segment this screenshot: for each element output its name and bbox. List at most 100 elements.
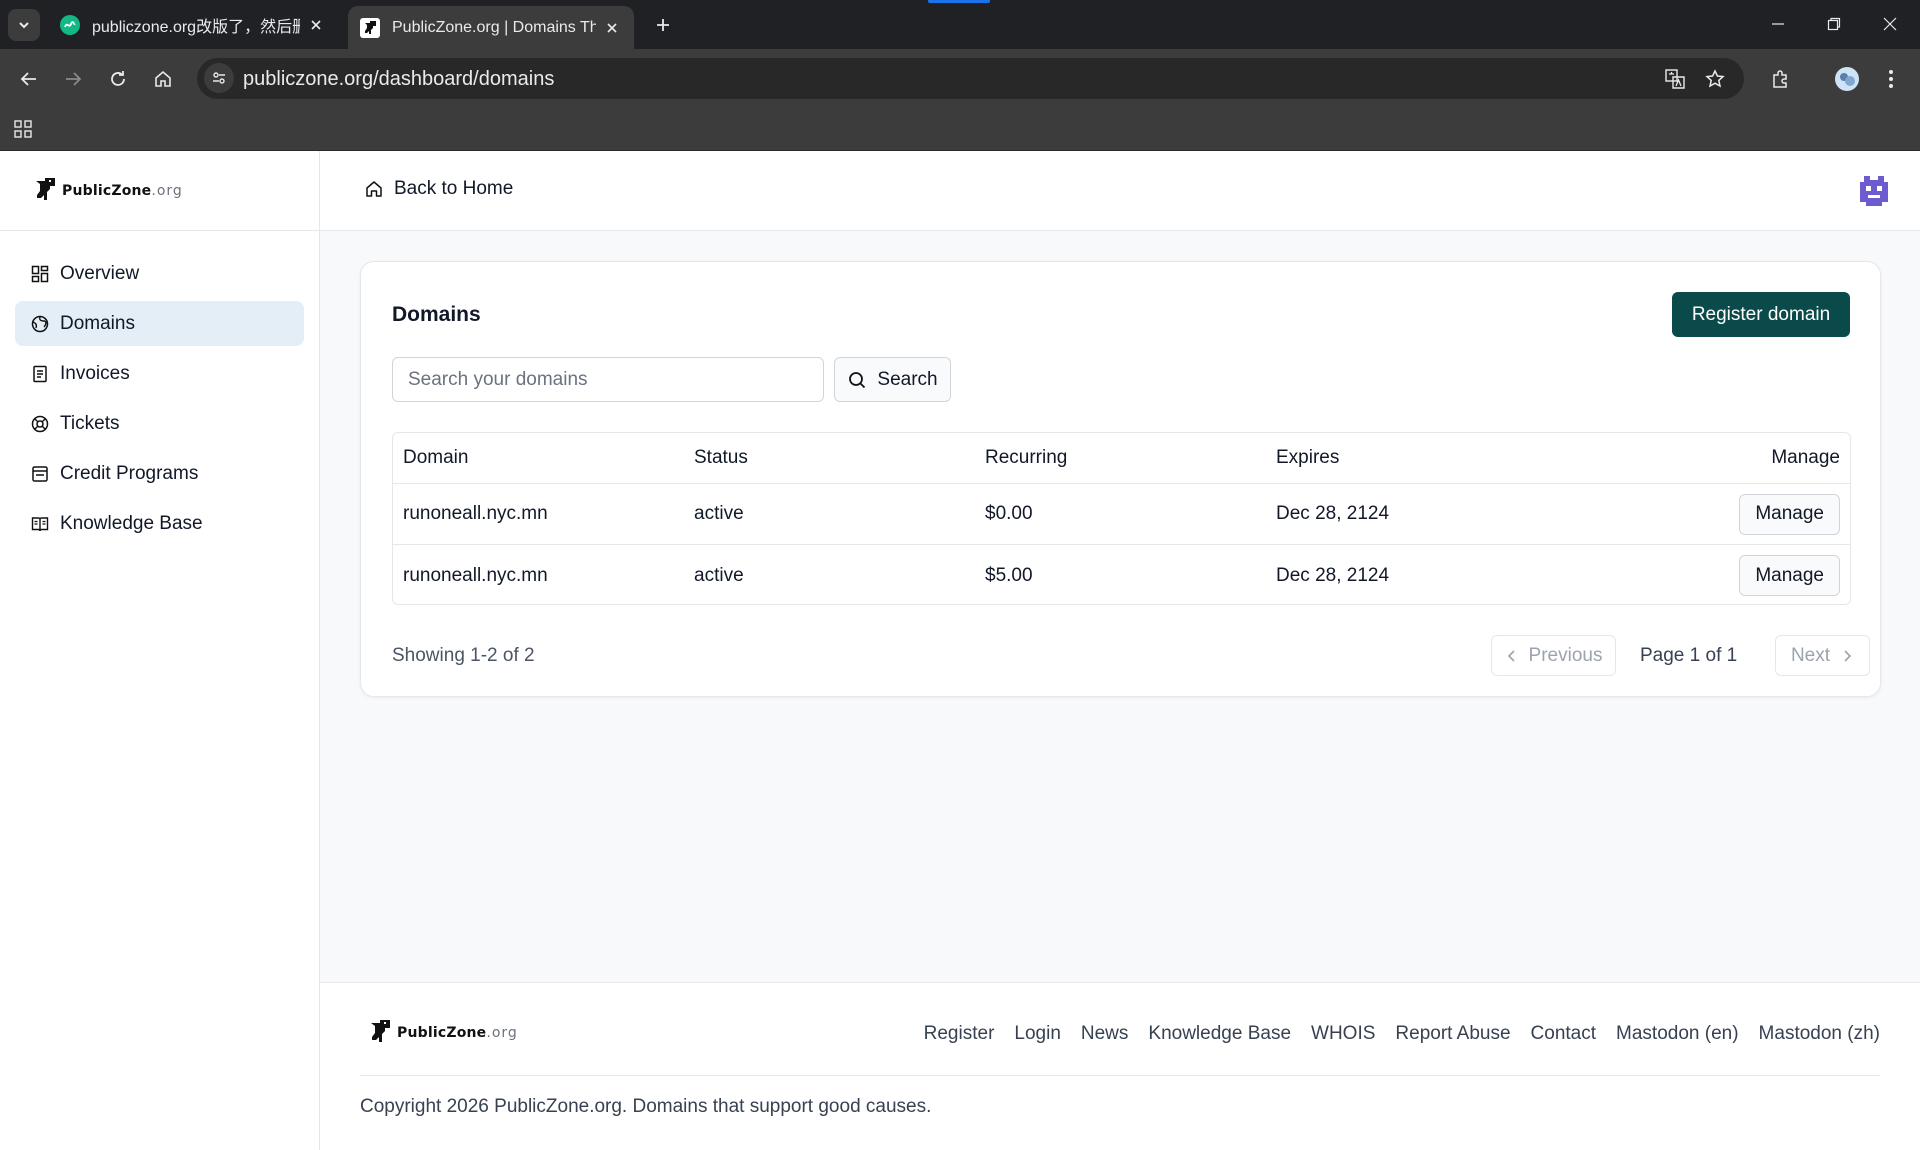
next-label: Next bbox=[1790, 644, 1831, 666]
tune-icon bbox=[213, 72, 225, 84]
next-page-button[interactable]: Next bbox=[1775, 635, 1870, 676]
sidebar-item-domains[interactable]: Domains bbox=[15, 301, 304, 346]
cell-domain: runoneall.nyc.mn bbox=[403, 503, 548, 524]
brand-name: PublicZone bbox=[62, 182, 152, 199]
sidebar-item-tickets[interactable]: Tickets bbox=[15, 401, 304, 446]
apps-grid-icon bbox=[14, 120, 32, 138]
avatar-icon bbox=[1860, 176, 1888, 206]
tab-favicon-icon bbox=[60, 14, 80, 35]
cell-domain: runoneall.nyc.mn bbox=[403, 564, 548, 586]
page-indicator: Page 1 of 1 bbox=[1640, 645, 1738, 666]
manage-button[interactable]: Manage bbox=[1739, 493, 1840, 535]
browser-tab-inactive[interactable]: publiczone.org改版了，然后删 bbox=[48, 6, 338, 43]
back-to-home-label: Back to Home bbox=[394, 178, 514, 199]
sidebar-brand: PublicZone .org bbox=[0, 151, 319, 231]
restore-icon bbox=[1827, 17, 1841, 31]
column-header-domain: Domain bbox=[403, 447, 469, 468]
arrow-left-icon bbox=[20, 72, 36, 86]
footer-logo[interactable]: PublicZone .org bbox=[367, 1019, 518, 1047]
register-domain-button[interactable]: Register domain bbox=[1672, 292, 1850, 337]
table-header-row: Domain Status Recurring Expires Manage bbox=[393, 433, 1850, 484]
restore-window-button[interactable] bbox=[1806, 8, 1862, 40]
search-button[interactable]: Search bbox=[834, 357, 951, 402]
logo[interactable]: PublicZone .org bbox=[32, 177, 183, 205]
address-bar[interactable]: publiczone.org/dashboard/domains bbox=[197, 58, 1744, 99]
cell-manage: Manage bbox=[1557, 493, 1850, 535]
footer-link-mastodon-zh[interactable]: Mastodon (zh) bbox=[1759, 1023, 1880, 1045]
cell-manage: Manage bbox=[1557, 555, 1850, 596]
footer-link-news[interactable]: News bbox=[1081, 1023, 1129, 1045]
footer-link-mastodon-en[interactable]: Mastodon (en) bbox=[1616, 1023, 1739, 1045]
close-tab-icon[interactable] bbox=[306, 15, 326, 35]
dino-logo-icon bbox=[36, 177, 55, 200]
main-content: Back to Home Domains Register domain Sea… bbox=[320, 151, 1920, 1150]
more-vertical-icon bbox=[1889, 70, 1893, 88]
translate-icon bbox=[1665, 69, 1685, 89]
column-header-expires: Expires bbox=[1276, 447, 1340, 468]
user-avatar[interactable] bbox=[1856, 173, 1892, 209]
puzzle-icon bbox=[1773, 70, 1787, 88]
search-input[interactable] bbox=[392, 357, 824, 402]
star-icon bbox=[1705, 69, 1725, 88]
back-button[interactable] bbox=[14, 64, 44, 94]
sidebar-item-knowledge-base[interactable]: Knowledge Base bbox=[15, 501, 304, 546]
previous-label: Previous bbox=[1528, 644, 1603, 666]
footer-link-register[interactable]: Register bbox=[924, 1023, 995, 1045]
tab-search-button[interactable] bbox=[8, 9, 40, 41]
pagination: Showing 1-2 of 2 Previous Page 1 of 1 Ne… bbox=[392, 635, 1870, 676]
bookmark-star-button[interactable] bbox=[1703, 67, 1727, 91]
minimize-icon bbox=[1772, 23, 1784, 25]
home-button[interactable] bbox=[148, 64, 178, 94]
domains-card: Domains Register domain Search Domain St… bbox=[360, 261, 1881, 697]
forward-button[interactable] bbox=[58, 64, 88, 94]
cell-status: active bbox=[694, 503, 744, 524]
brand-tld: .org bbox=[151, 182, 183, 199]
footer-link-report-abuse[interactable]: Report Abuse bbox=[1395, 1023, 1510, 1045]
sidebar-item-label: Domains bbox=[60, 312, 135, 334]
bookmarks-bar bbox=[0, 108, 1920, 151]
close-icon bbox=[1883, 17, 1897, 31]
sidebar-item-label: Overview bbox=[60, 262, 140, 284]
footer-link-login[interactable]: Login bbox=[1014, 1023, 1061, 1045]
domains-table: Domain Status Recurring Expires Manage r… bbox=[392, 432, 1851, 605]
cell-recurring: $5.00 bbox=[985, 564, 1033, 586]
manage-button[interactable]: Manage bbox=[1739, 555, 1840, 596]
brand-name: PublicZone bbox=[397, 1025, 487, 1041]
footer-link-whois[interactable]: WHOIS bbox=[1311, 1023, 1375, 1045]
footer-links: Register Login News Knowledge Base WHOIS… bbox=[904, 1023, 1880, 1045]
footer-link-knowledge-base[interactable]: Knowledge Base bbox=[1148, 1023, 1291, 1045]
close-window-button[interactable] bbox=[1862, 8, 1918, 40]
home-icon bbox=[364, 179, 384, 199]
sidebar-item-overview[interactable]: Overview bbox=[15, 251, 304, 296]
search-icon bbox=[847, 370, 867, 390]
browser-menu-button[interactable] bbox=[1876, 64, 1906, 94]
profile-button[interactable] bbox=[1832, 64, 1862, 94]
new-tab-button[interactable] bbox=[650, 12, 676, 38]
page-title: Domains bbox=[392, 303, 481, 326]
previous-page-button[interactable]: Previous bbox=[1491, 635, 1616, 676]
top-header: Back to Home bbox=[320, 151, 1920, 231]
sidebar-item-invoices[interactable]: Invoices bbox=[15, 351, 304, 396]
footer: PublicZone .org Register Login News Knowl… bbox=[320, 982, 1920, 1150]
cell-recurring: $0.00 bbox=[985, 503, 1033, 524]
lifebuoy-icon bbox=[30, 414, 50, 434]
extensions-button[interactable] bbox=[1766, 64, 1796, 94]
arrow-right-icon bbox=[66, 72, 82, 86]
column-header-status: Status bbox=[694, 447, 748, 468]
dino-favicon-icon bbox=[360, 17, 380, 38]
footer-link-contact[interactable]: Contact bbox=[1531, 1023, 1596, 1045]
back-to-home-link[interactable]: Back to Home bbox=[364, 178, 513, 200]
reload-button[interactable] bbox=[103, 64, 133, 94]
close-tab-icon[interactable] bbox=[602, 18, 622, 38]
book-icon bbox=[30, 514, 50, 534]
minimize-window-button[interactable] bbox=[1750, 8, 1806, 40]
site-info-button[interactable] bbox=[204, 63, 234, 93]
translate-button[interactable] bbox=[1663, 67, 1687, 91]
tab-title: publiczone.org改版了，然后删 bbox=[92, 18, 300, 36]
tab-drag-indicator bbox=[928, 0, 990, 3]
sidebar-item-credit-programs[interactable]: Credit Programs bbox=[15, 451, 304, 496]
column-header-manage-label: Manage bbox=[1771, 447, 1840, 468]
footer-divider bbox=[360, 1075, 1880, 1076]
browser-tab-active[interactable]: PublicZone.org | Domains Th bbox=[348, 6, 634, 49]
apps-button[interactable] bbox=[14, 120, 32, 143]
